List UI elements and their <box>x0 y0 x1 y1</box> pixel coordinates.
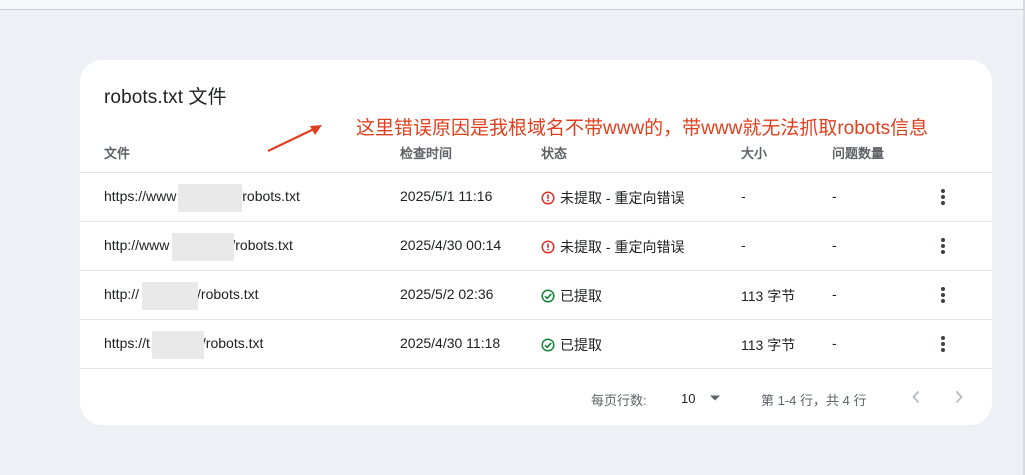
url-prefix: https://www <box>104 188 177 204</box>
check-circle-icon <box>541 338 555 352</box>
annotation-arrow-icon <box>267 125 322 152</box>
status: 未提取 - 重定向错误 <box>541 237 684 257</box>
more-vert-icon[interactable] <box>938 236 948 256</box>
more-vert-icon[interactable] <box>938 334 948 354</box>
url-suffix: /robots.txt <box>201 335 264 351</box>
url-suffix: /robots.txt <box>238 188 300 204</box>
chevron-right-icon[interactable] <box>949 387 969 407</box>
status: 未提取 - 重定向错误 <box>541 188 684 208</box>
column-header-size: 大小 <box>741 146 768 161</box>
top-divider <box>0 9 1025 10</box>
url-prefix: http://www <box>104 237 170 253</box>
check-circle-icon <box>541 289 555 303</box>
table-row[interactable]: http://www/robots.txt 2025/4/30 00:14 未提… <box>80 221 992 270</box>
url-prefix: https://t <box>104 335 150 351</box>
url-suffix: /robots.txt <box>231 237 293 253</box>
rows-per-page-select[interactable]: 10 <box>681 388 729 408</box>
checked-time: 2025/4/30 11:18 <box>400 335 501 351</box>
url-suffix: /robots.txt <box>197 286 259 302</box>
status-text: 未提取 - 重定向错误 <box>560 239 685 255</box>
redaction-blur <box>152 331 204 359</box>
error-circle-icon <box>541 240 555 254</box>
page-range: 第 1-4 行，共 4 行 <box>761 393 867 408</box>
status: 已提取 <box>541 286 602 306</box>
status-text: 未提取 - 重定向错误 <box>560 190 685 206</box>
column-header-issues: 问题数量 <box>832 146 885 161</box>
checked-time: 2025/5/1 11:16 <box>400 188 493 204</box>
issues-count: - <box>832 286 837 302</box>
redaction-blur <box>172 233 234 261</box>
arrow-drop-down-icon <box>710 395 721 401</box>
card-title: robots.txt 文件 <box>104 87 227 108</box>
redaction-blur <box>178 184 242 212</box>
chevron-left-icon[interactable] <box>906 387 926 407</box>
error-circle-icon <box>541 191 555 205</box>
top-bar <box>0 0 1025 9</box>
checked-time: 2025/4/30 00:14 <box>400 237 502 253</box>
column-header-checked: 检查时间 <box>400 146 453 161</box>
size: - <box>741 188 746 204</box>
checked-time: 2025/5/2 02:36 <box>400 286 494 302</box>
table-row[interactable]: https://www/robots.txt 2025/5/1 11:16 未提… <box>80 172 992 221</box>
table-row[interactable]: https://t/robots.txt 2025/4/30 11:18 已提取… <box>80 319 992 368</box>
status-text: 已提取 <box>560 337 602 353</box>
redaction-blur <box>142 282 198 310</box>
robots-txt-card: robots.txt 文件 这里错误原因是我根域名不带www的，带www就无法抓… <box>80 60 992 425</box>
issues-count: - <box>832 188 837 204</box>
annotation-text: 这里错误原因是我根域名不带www的，带www就无法抓取robots信息 <box>356 118 929 139</box>
status: 已提取 <box>541 335 602 355</box>
column-header-file: 文件 <box>104 146 131 161</box>
size: 113 字节 <box>741 337 796 353</box>
issues-count: - <box>832 237 837 253</box>
more-vert-icon[interactable] <box>938 187 948 207</box>
rows-per-page-value: 10 <box>681 390 696 406</box>
rows-per-page-label: 每页行数: <box>591 393 647 408</box>
table-row[interactable]: http:// /robots.txt 2025/5/2 02:36 已提取 11… <box>80 270 992 319</box>
url-prefix: http:// <box>104 286 140 302</box>
status-text: 已提取 <box>560 288 602 304</box>
size: 113 字节 <box>741 288 796 304</box>
more-vert-icon[interactable] <box>938 285 948 305</box>
issues-count: - <box>832 335 837 351</box>
size: - <box>741 237 746 253</box>
pagination-bar: 每页行数: 10 第 1-4 行，共 4 行 <box>80 368 992 425</box>
column-header-status: 状态 <box>541 146 568 161</box>
